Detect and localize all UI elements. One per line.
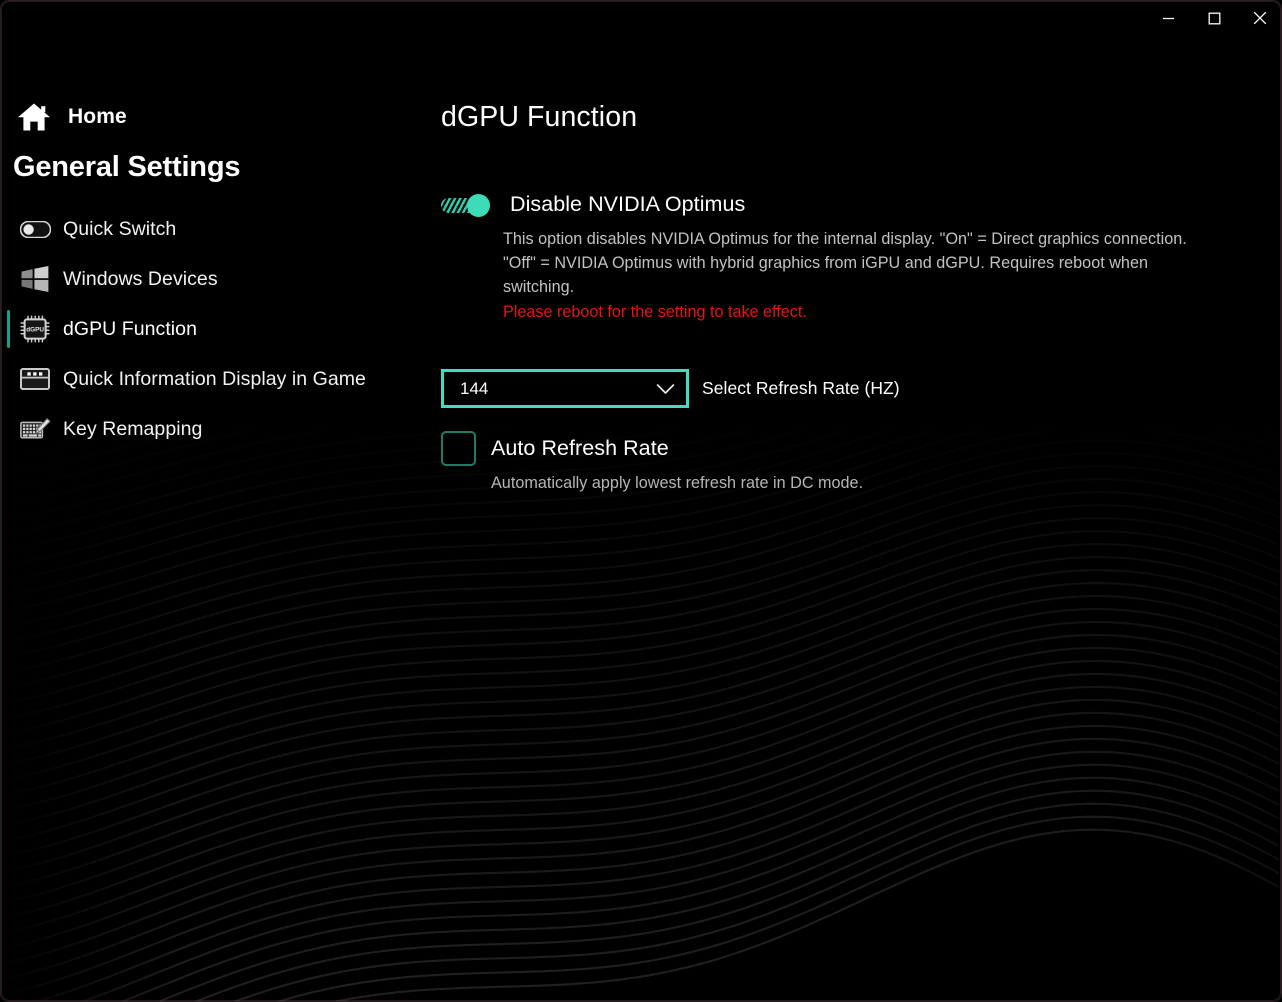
auto-refresh-rate-checkbox[interactable] <box>441 431 476 466</box>
home-icon <box>18 103 50 131</box>
optimus-toggle-line: Disable NVIDIA Optimus <box>441 192 1231 217</box>
disable-nvidia-optimus-label: Disable NVIDIA Optimus <box>510 192 746 216</box>
window-minimize-button[interactable] <box>1145 1 1191 35</box>
auto-refresh-rate-description: Automatically apply lowest refresh rate … <box>491 474 864 492</box>
disable-nvidia-optimus-description: This option disables NVIDIA Optimus for … <box>503 230 1187 297</box>
general-settings-heading: General Settings <box>13 151 241 183</box>
sidebar-item-quick-switch[interactable]: Quick Switch <box>1 204 421 254</box>
gpu-chip-icon: dGPU <box>19 315 51 343</box>
window-maximize-button[interactable] <box>1191 1 1237 35</box>
keyboard-edit-icon <box>19 415 51 443</box>
sidebar-item-label: dGPU Function <box>63 317 197 340</box>
auto-refresh-rate-label: Auto Refresh Rate <box>491 436 669 460</box>
titlebar <box>1 1 1281 47</box>
home-label: Home <box>68 105 127 128</box>
active-indicator-bar <box>7 310 10 348</box>
auto-refresh-line: Auto Refresh Rate <box>441 431 1141 466</box>
sidebar-nav: Quick Switch Windows Devices dGPU dGPU F… <box>1 204 421 454</box>
sidebar-item-key-remapping[interactable]: Key Remapping <box>1 404 421 454</box>
sidebar-item-label: Windows Devices <box>63 267 218 290</box>
home-button[interactable]: Home <box>11 99 133 135</box>
application-window: Home General Settings Quick Switch Windo… <box>0 0 1282 1002</box>
disable-nvidia-optimus-setting: Disable NVIDIA Optimus This option disab… <box>441 192 1231 324</box>
close-icon <box>1253 11 1267 25</box>
sidebar: Home General Settings Quick Switch Windo… <box>1 1 421 1001</box>
maximize-icon <box>1208 12 1220 24</box>
refresh-rate-selected-value: 144 <box>460 378 489 398</box>
disable-nvidia-optimus-toggle[interactable] <box>441 193 491 217</box>
monitor-osd-icon <box>19 365 51 393</box>
chevron-down-icon <box>656 383 675 394</box>
page-title: dGPU Function <box>441 101 638 133</box>
refresh-rate-row: 144 Select Refresh Rate (HZ) <box>441 369 900 408</box>
auto-refresh-rate-setting: Auto Refresh Rate Automatically apply lo… <box>441 431 1141 493</box>
sidebar-item-dgpu-function[interactable]: dGPU dGPU Function <box>1 304 421 354</box>
window-close-button[interactable] <box>1237 1 1281 35</box>
toggle-switch-icon <box>19 215 51 243</box>
sidebar-item-label: Quick Information Display in Game <box>63 367 366 390</box>
sidebar-item-windows-devices[interactable]: Windows Devices <box>1 254 421 304</box>
sidebar-item-quick-information-display-in-game[interactable]: Quick Information Display in Game <box>1 354 421 404</box>
svg-text:dGPU: dGPU <box>26 327 44 334</box>
reboot-warning-text: Please reboot for the setting to take ef… <box>503 302 807 321</box>
sidebar-item-label: Key Remapping <box>63 417 203 440</box>
refresh-rate-select[interactable]: 144 <box>441 369 689 408</box>
toggle-knob <box>467 193 490 217</box>
sidebar-item-label: Quick Switch <box>63 217 177 240</box>
refresh-rate-label: Select Refresh Rate (HZ) <box>702 378 900 398</box>
windows-logo-icon <box>19 265 51 293</box>
minimize-icon <box>1162 17 1174 19</box>
main-content: dGPU Function Disable NVIDIA Optimus Thi… <box>421 1 1281 1001</box>
